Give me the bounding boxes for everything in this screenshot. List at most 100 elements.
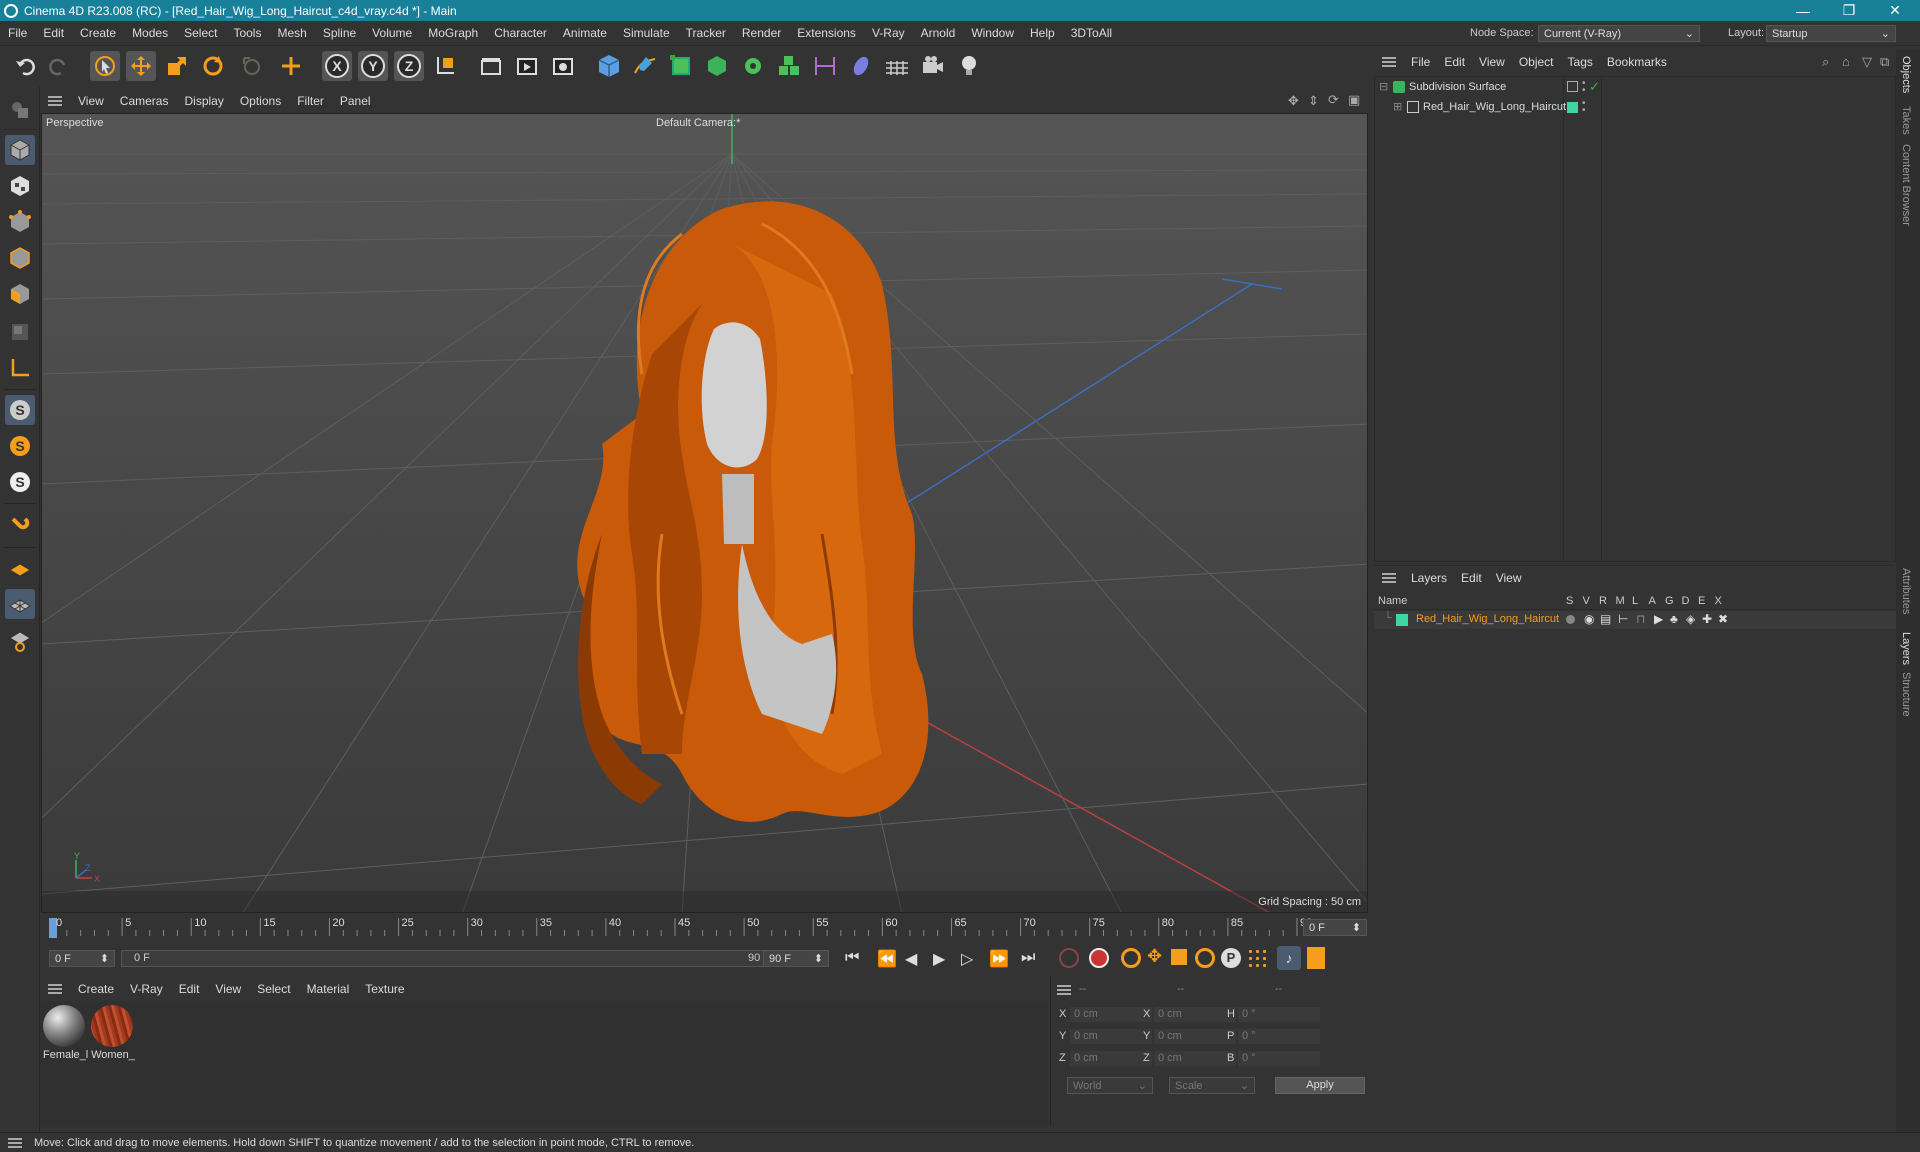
camera-button[interactable] [918,51,948,81]
viewport-menu-display[interactable]: Display [176,94,231,108]
expression-icon[interactable]: ✚ [1702,612,1712,626]
live-selection-button[interactable] [236,51,266,81]
x-axis-lock-button[interactable]: X [322,51,352,81]
coord-size-field[interactable]: 0 cm [1153,1006,1237,1023]
object-row-red-hair-wig[interactable]: ⊞ Red_Hair_Wig_Long_Haircut • • [1375,99,1895,117]
coord-rotation-field[interactable]: 0 ° [1237,1050,1321,1067]
frame-range-slider[interactable]: 0 F 90 F [121,950,783,967]
coord-size-field[interactable]: 0 cm [1153,1050,1237,1067]
tab-layers[interactable]: Layers [1900,632,1912,665]
select-tool-button[interactable] [90,51,120,81]
scale-tool-button[interactable] [162,51,192,81]
search-icon[interactable]: ⌕ [1822,54,1829,70]
new-window-icon[interactable]: ⧉ [1880,54,1889,70]
go-to-end-button[interactable]: ⏭ [1021,949,1035,967]
autokey-icon[interactable] [1089,948,1109,968]
uv-mode-button[interactable] [5,317,35,347]
cube-object-button[interactable] [594,51,624,81]
object-menu-object[interactable]: Object [1512,55,1561,69]
viewport-menu-cameras[interactable]: Cameras [112,94,177,108]
menu-create[interactable]: Create [72,26,124,40]
layer-column-header[interactable]: A [1649,595,1656,607]
create-object-button[interactable] [276,51,306,81]
timeline-window-icon[interactable] [1307,947,1325,969]
layer-column-header[interactable]: G [1665,595,1674,607]
coord-rotation-field[interactable]: 0 ° [1237,1028,1321,1045]
object-menu-view[interactable]: View [1472,55,1512,69]
layer-color-icon[interactable] [1567,102,1578,113]
object-menu-file[interactable]: File [1404,55,1437,69]
play-button[interactable]: ▶ [933,949,945,969]
symmetry-button[interactable]: S [5,467,35,497]
menu-tools[interactable]: Tools [225,26,269,40]
floor-button[interactable] [882,51,912,81]
light-button[interactable] [954,51,984,81]
layer-column-header[interactable]: X [1715,595,1722,607]
menu-volume[interactable]: Volume [364,26,420,40]
deformer-button[interactable] [810,51,840,81]
coord-mode-select[interactable]: World ⌄ [1067,1077,1153,1094]
go-to-start-button[interactable]: ⏮ [845,949,859,967]
filter-icon[interactable]: ▽ [1862,54,1872,70]
edges-mode-button[interactable] [5,243,35,273]
menu-3dtoall[interactable]: 3DToAll [1063,26,1120,40]
hamburger-icon[interactable] [1382,572,1396,583]
next-key-button[interactable]: ⏩ [989,949,1009,969]
rotation-key-icon[interactable] [1195,948,1215,968]
hamburger-icon[interactable] [8,1137,22,1148]
coord-size-mode-select[interactable]: Scale ⌄ [1169,1077,1255,1094]
texture-mode-button[interactable] [5,171,35,201]
render-picture-viewer-button[interactable] [512,51,542,81]
material-menu-edit[interactable]: Edit [171,982,208,996]
node-space-select[interactable]: Current (V-Ray) ⌄ [1538,25,1700,42]
menu-simulate[interactable]: Simulate [615,26,678,40]
viewport-menu-options[interactable]: Options [232,94,289,108]
menu-file[interactable]: File [0,26,35,40]
tab-content-browser[interactable]: Content Browser [1900,144,1912,226]
layer-row[interactable]: └ Red_Hair_Wig_Long_Haircut ◉ ▤ ⊢ ⊓ ▶ ♣ … [1374,611,1896,629]
locked-workplane-button[interactable] [5,625,35,655]
end-frame-field[interactable]: 90 F ⬍ [763,950,829,967]
menu-spline[interactable]: Spline [315,26,364,40]
menu-edit[interactable]: Edit [35,26,72,40]
current-frame-field[interactable]: 0 F ⬍ [1303,919,1367,936]
viewport-menu-view[interactable]: View [70,94,112,108]
viewport-rotate-icon[interactable]: ⟳ [1328,92,1339,108]
coord-position-field[interactable]: 0 cm [1069,1028,1153,1045]
layer-menu-layers[interactable]: Layers [1404,571,1454,585]
layer-column-header[interactable]: M [1616,595,1625,607]
restore-button[interactable]: ❐ [1826,0,1872,21]
3d-viewport[interactable]: Perspective Default Camera:* Y Z X Grid … [41,113,1368,913]
hamburger-icon[interactable] [1382,57,1396,67]
expand-icon[interactable]: ⊞ [1393,100,1402,113]
viewport-maximize-icon[interactable]: ▣ [1348,92,1360,108]
snap-button[interactable]: S [5,395,35,425]
layer-column-header[interactable]: E [1698,595,1705,607]
manager-tree-icon[interactable]: ⊢ [1618,612,1628,626]
visible-eye-icon[interactable]: ◉ [1584,612,1594,626]
layer-menu-view[interactable]: View [1489,571,1529,585]
edit-flag-icon[interactable] [1567,81,1578,92]
coord-size-field[interactable]: 0 cm [1153,1028,1237,1045]
collapse-icon[interactable]: ⊟ [1379,80,1388,93]
magnet-button[interactable] [5,511,35,541]
menu-extensions[interactable]: Extensions [789,26,864,40]
material-menu-view[interactable]: View [207,982,249,996]
array-button[interactable] [774,51,804,81]
next-frame-button[interactable]: ▷ [961,949,973,969]
tab-structure[interactable]: Structure [1900,672,1912,717]
field-button[interactable] [846,51,876,81]
keyframe-selection-icon[interactable] [1121,948,1141,968]
coord-position-field[interactable]: 0 cm [1069,1006,1153,1023]
object-menu-bookmarks[interactable]: Bookmarks [1600,55,1674,69]
menu-tracker[interactable]: Tracker [678,26,734,40]
move-tool-button[interactable] [126,51,156,81]
tab-attributes[interactable]: Attributes [1900,568,1912,614]
menu-render[interactable]: Render [734,26,789,40]
rotate-tool-button[interactable] [198,51,228,81]
workplane-button[interactable] [5,553,35,583]
layer-column-header[interactable]: V [1583,595,1590,607]
material-swatch[interactable]: Female_l [43,1005,88,1061]
render-settings-button[interactable] [548,51,578,81]
lock-icon[interactable]: ⊓ [1636,612,1645,626]
